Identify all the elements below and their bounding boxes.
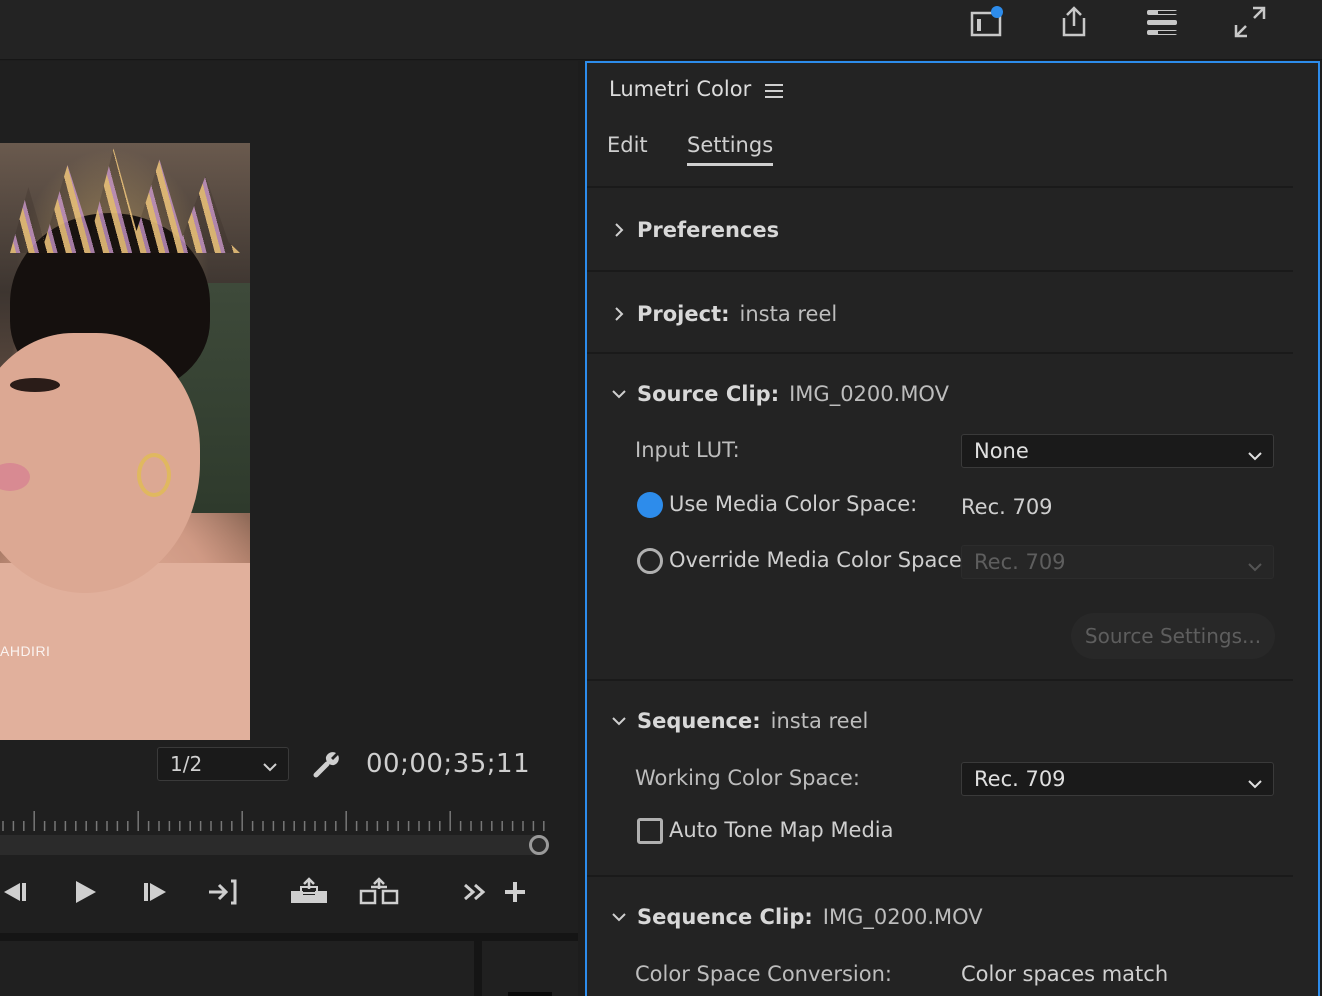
video-preview[interactable]: AHDIRI bbox=[0, 143, 250, 740]
go-to-out-icon[interactable] bbox=[204, 874, 242, 910]
divider bbox=[587, 679, 1293, 681]
panel-divider[interactable] bbox=[474, 941, 482, 996]
step-back-icon[interactable] bbox=[0, 874, 30, 910]
video-watermark: AHDIRI bbox=[0, 643, 51, 659]
export-icon[interactable] bbox=[1054, 2, 1094, 42]
divider bbox=[587, 270, 1293, 272]
source-settings-button[interactable]: Source Settings... bbox=[1071, 613, 1275, 659]
section-label: Preferences bbox=[637, 218, 780, 242]
section-label: Source Clip: bbox=[637, 382, 780, 406]
working-color-space-label: Working Color Space: bbox=[635, 766, 860, 790]
color-space-conversion-label: Color Space Conversion: bbox=[635, 962, 892, 986]
color-space-conversion-value: Color spaces match bbox=[961, 962, 1169, 986]
hamburger-menu-icon[interactable] bbox=[765, 83, 783, 103]
divider bbox=[587, 875, 1293, 877]
tab-settings[interactable]: Settings bbox=[687, 133, 774, 166]
zoom-level-value: 1/2 bbox=[170, 752, 203, 776]
extract-icon[interactable] bbox=[358, 874, 400, 910]
chevron-down-icon bbox=[609, 911, 629, 923]
auto-tone-map-checkbox[interactable] bbox=[637, 818, 663, 844]
time-ruler[interactable] bbox=[0, 811, 550, 833]
scrub-bar[interactable] bbox=[0, 835, 548, 855]
chevron-down-icon bbox=[609, 715, 629, 727]
fullscreen-icon[interactable] bbox=[1230, 2, 1270, 42]
add-button-icon[interactable] bbox=[500, 874, 530, 910]
working-color-space-dropdown[interactable]: Rec. 709 bbox=[961, 762, 1274, 796]
more-controls-icon[interactable] bbox=[460, 874, 490, 910]
section-label: Project: bbox=[637, 302, 730, 326]
section-value: IMG_0200.MOV bbox=[789, 382, 949, 406]
panel-title: Lumetri Color bbox=[609, 77, 752, 101]
working-color-space-value: Rec. 709 bbox=[974, 767, 1066, 791]
chevron-down-icon bbox=[262, 756, 278, 780]
chevron-right-icon bbox=[609, 305, 629, 323]
step-forward-icon[interactable] bbox=[138, 874, 172, 910]
wrench-icon[interactable] bbox=[312, 749, 342, 783]
divider bbox=[587, 352, 1293, 354]
override-media-color-space-radio[interactable] bbox=[637, 548, 663, 574]
section-value: insta reel bbox=[770, 709, 869, 733]
layout-notification-icon[interactable] bbox=[966, 2, 1006, 42]
section-label: Sequence: bbox=[637, 709, 761, 733]
playhead-timecode[interactable]: 00;00;35;11 bbox=[366, 749, 530, 779]
auto-tone-map-label: Auto Tone Map Media bbox=[669, 818, 894, 842]
chevron-down-icon bbox=[1247, 555, 1263, 579]
tab-edit[interactable]: Edit bbox=[607, 133, 648, 157]
video-subject-earring bbox=[137, 453, 171, 497]
section-value: IMG_0200.MOV bbox=[822, 905, 983, 929]
timeline-panel-top bbox=[0, 933, 578, 996]
top-toolbar bbox=[0, 0, 1322, 60]
program-monitor: AHDIRI 1/2 00;00;35;11 bbox=[0, 61, 578, 933]
section-preferences[interactable]: Preferences bbox=[609, 218, 779, 242]
input-lut-value: None bbox=[974, 439, 1029, 463]
section-sequence-clip[interactable]: Sequence Clip: IMG_0200.MOV bbox=[609, 905, 983, 929]
divider bbox=[587, 186, 1293, 188]
panel-tab-indicator bbox=[508, 992, 552, 996]
video-subject-face bbox=[0, 333, 200, 593]
override-color-space-dropdown[interactable]: Rec. 709 bbox=[961, 545, 1274, 579]
chevron-down-icon bbox=[1247, 444, 1263, 468]
lumetri-color-panel: Lumetri Color Edit Settings Preferences … bbox=[585, 61, 1320, 996]
section-label: Sequence Clip: bbox=[637, 905, 813, 929]
section-value: insta reel bbox=[739, 302, 838, 326]
section-project[interactable]: Project: insta reel bbox=[609, 302, 837, 326]
workspace-menu-icon[interactable] bbox=[1142, 2, 1182, 42]
use-media-color-space-label: Use Media Color Space: bbox=[669, 492, 918, 516]
play-icon[interactable] bbox=[68, 874, 102, 910]
chevron-down-icon bbox=[1247, 772, 1263, 796]
video-subject-eye bbox=[10, 378, 60, 392]
chevron-down-icon bbox=[609, 388, 629, 400]
override-color-space-value: Rec. 709 bbox=[974, 550, 1066, 574]
use-media-color-space-radio[interactable] bbox=[637, 492, 663, 518]
input-lut-label: Input LUT: bbox=[635, 438, 740, 462]
override-media-color-space-label: Override Media Color Space: bbox=[669, 548, 969, 572]
input-lut-dropdown[interactable]: None bbox=[961, 434, 1274, 468]
playhead-handle[interactable] bbox=[529, 835, 549, 855]
section-sequence[interactable]: Sequence: insta reel bbox=[609, 709, 868, 733]
lift-icon[interactable] bbox=[288, 874, 330, 910]
use-media-color-space-value: Rec. 709 bbox=[961, 495, 1053, 519]
chevron-right-icon bbox=[609, 221, 629, 239]
zoom-level-select[interactable]: 1/2 bbox=[157, 747, 289, 781]
section-source-clip[interactable]: Source Clip: IMG_0200.MOV bbox=[609, 382, 949, 406]
